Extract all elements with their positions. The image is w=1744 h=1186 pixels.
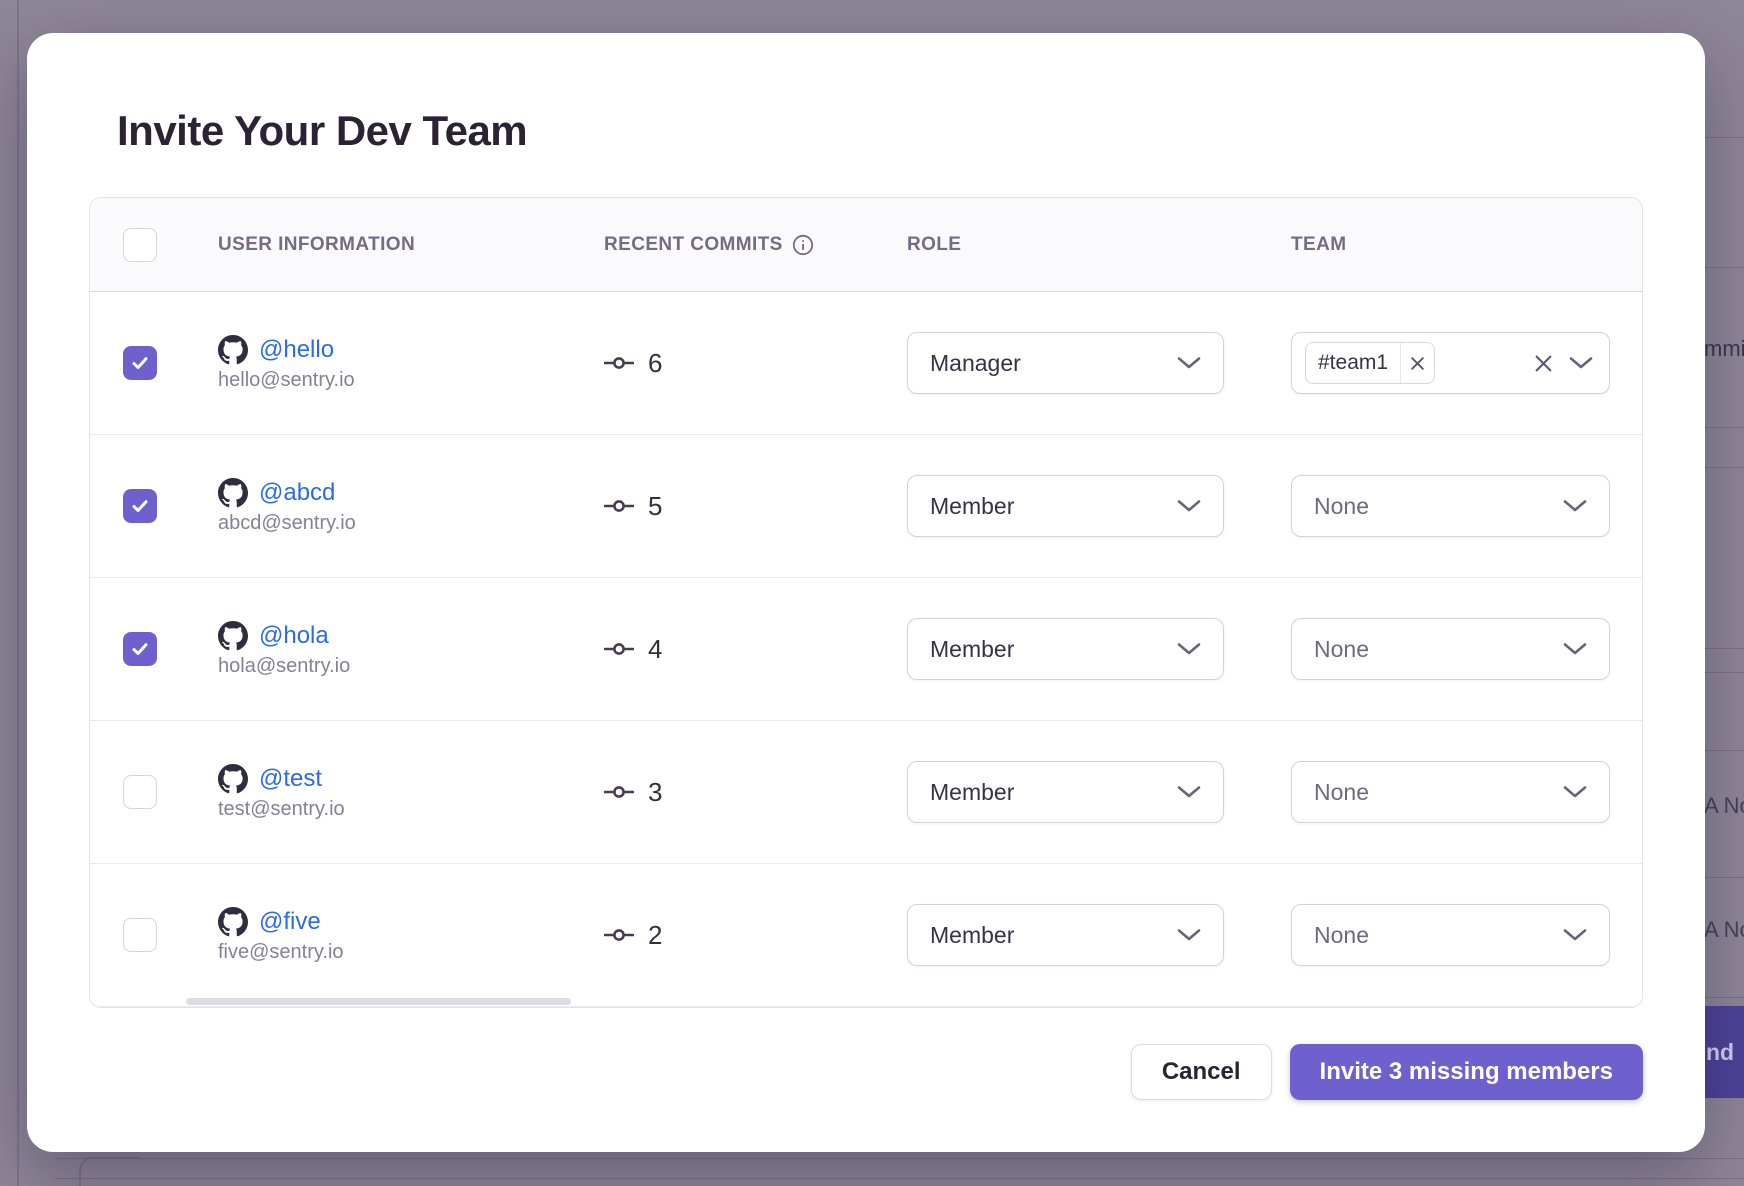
team-value: None xyxy=(1314,636,1369,663)
table-row: @hello hello@sentry.io 6 Manager xyxy=(90,292,1642,435)
user-email: hello@sentry.io xyxy=(218,369,604,392)
team-tag-label: #team1 xyxy=(1306,351,1400,375)
team-value: None xyxy=(1314,493,1369,520)
invite-dev-team-modal: Invite Your Dev Team USER INFORMATION RE… xyxy=(27,33,1705,1152)
team-value: None xyxy=(1314,779,1369,806)
commit-count: 2 xyxy=(648,920,662,951)
team-multiselect[interactable]: None xyxy=(1291,904,1610,966)
github-username-link[interactable]: @hello xyxy=(259,336,334,364)
chevron-down-icon xyxy=(1177,499,1201,513)
table-header-row: USER INFORMATION RECENT COMMITS ROLE TEA… xyxy=(90,198,1642,292)
github-username-link[interactable]: @abcd xyxy=(259,479,335,507)
role-value: Member xyxy=(930,636,1014,663)
background-card-corner xyxy=(79,1157,139,1186)
background-row-divider xyxy=(55,1158,1744,1159)
role-select[interactable]: Member xyxy=(907,904,1224,966)
chevron-down-icon xyxy=(1177,928,1201,942)
row-checkbox[interactable] xyxy=(123,918,157,952)
chevron-down-icon xyxy=(1563,785,1587,799)
table-row: @five five@sentry.io 2 Member xyxy=(90,864,1642,1007)
role-select[interactable]: Member xyxy=(907,618,1224,680)
table-row: @abcd abcd@sentry.io 5 Member xyxy=(90,435,1642,578)
github-icon xyxy=(218,335,248,365)
user-email: five@sentry.io xyxy=(218,941,604,964)
column-header-team: TEAM xyxy=(1291,234,1642,256)
github-icon xyxy=(218,621,248,651)
row-checkbox[interactable] xyxy=(123,489,157,523)
github-username-link[interactable]: @test xyxy=(259,765,322,793)
info-icon[interactable] xyxy=(792,234,814,256)
row-checkbox[interactable] xyxy=(123,775,157,809)
horizontal-scrollbar-thumb[interactable] xyxy=(186,998,571,1005)
github-icon xyxy=(218,907,248,937)
background-sidebar-edge xyxy=(17,0,19,1186)
chevron-down-icon xyxy=(1569,356,1593,370)
role-value: Member xyxy=(930,922,1014,949)
team-value: None xyxy=(1314,922,1369,949)
team-multiselect[interactable]: None xyxy=(1291,618,1610,680)
cancel-button[interactable]: Cancel xyxy=(1131,1044,1272,1100)
github-username-link[interactable]: @hola xyxy=(259,622,329,650)
modal-footer: Cancel Invite 3 missing members xyxy=(89,1044,1643,1100)
team-multiselect[interactable]: None xyxy=(1291,475,1610,537)
modal-title: Invite Your Dev Team xyxy=(117,107,1615,155)
chevron-down-icon xyxy=(1177,356,1201,370)
role-select[interactable]: Member xyxy=(907,761,1224,823)
column-header-user-information: USER INFORMATION xyxy=(218,234,604,256)
table-row: @hola hola@sentry.io 4 Member xyxy=(90,578,1642,721)
commit-count: 4 xyxy=(648,634,662,665)
background-row-divider xyxy=(55,1178,1744,1179)
user-email: abcd@sentry.io xyxy=(218,512,604,535)
git-commit-icon xyxy=(604,926,634,944)
select-all-checkbox[interactable] xyxy=(123,228,157,262)
chevron-down-icon xyxy=(1177,785,1201,799)
git-commit-icon xyxy=(604,783,634,801)
commit-count: 3 xyxy=(648,777,662,808)
table-row: @test test@sentry.io 3 Member xyxy=(90,721,1642,864)
github-icon xyxy=(218,764,248,794)
invite-members-button[interactable]: Invite 3 missing members xyxy=(1290,1044,1643,1100)
commit-count: 6 xyxy=(648,348,662,379)
row-checkbox[interactable] xyxy=(123,346,157,380)
git-commit-icon xyxy=(604,497,634,515)
background-button-fragment: nd xyxy=(1700,1006,1744,1098)
column-header-role: ROLE xyxy=(907,234,1291,256)
chevron-down-icon xyxy=(1177,642,1201,656)
commit-count: 5 xyxy=(648,491,662,522)
role-select[interactable]: Manager xyxy=(907,332,1224,394)
chevron-down-icon xyxy=(1563,642,1587,656)
column-header-recent-commits: RECENT COMMITS xyxy=(604,234,907,256)
git-commit-icon xyxy=(604,354,634,372)
team-multiselect[interactable]: #team1 xyxy=(1291,332,1610,394)
chevron-down-icon xyxy=(1563,499,1587,513)
row-checkbox[interactable] xyxy=(123,632,157,666)
remove-tag-icon[interactable] xyxy=(1400,343,1434,383)
background-text-fragment: A No xyxy=(1704,917,1744,943)
role-select[interactable]: Member xyxy=(907,475,1224,537)
clear-selection-icon[interactable] xyxy=(1534,354,1553,373)
role-value: Manager xyxy=(930,350,1021,377)
invite-table: USER INFORMATION RECENT COMMITS ROLE TEA… xyxy=(89,197,1643,1008)
background-text-fragment: A No xyxy=(1704,793,1744,819)
user-email: test@sentry.io xyxy=(218,798,604,821)
background-text-fragment: mmit xyxy=(1704,336,1744,362)
github-username-link[interactable]: @five xyxy=(259,908,321,936)
user-email: hola@sentry.io xyxy=(218,655,604,678)
role-value: Member xyxy=(930,493,1014,520)
github-icon xyxy=(218,478,248,508)
git-commit-icon xyxy=(604,640,634,658)
chevron-down-icon xyxy=(1563,928,1587,942)
team-multiselect[interactable]: None xyxy=(1291,761,1610,823)
team-tag: #team1 xyxy=(1305,342,1435,384)
role-value: Member xyxy=(930,779,1014,806)
